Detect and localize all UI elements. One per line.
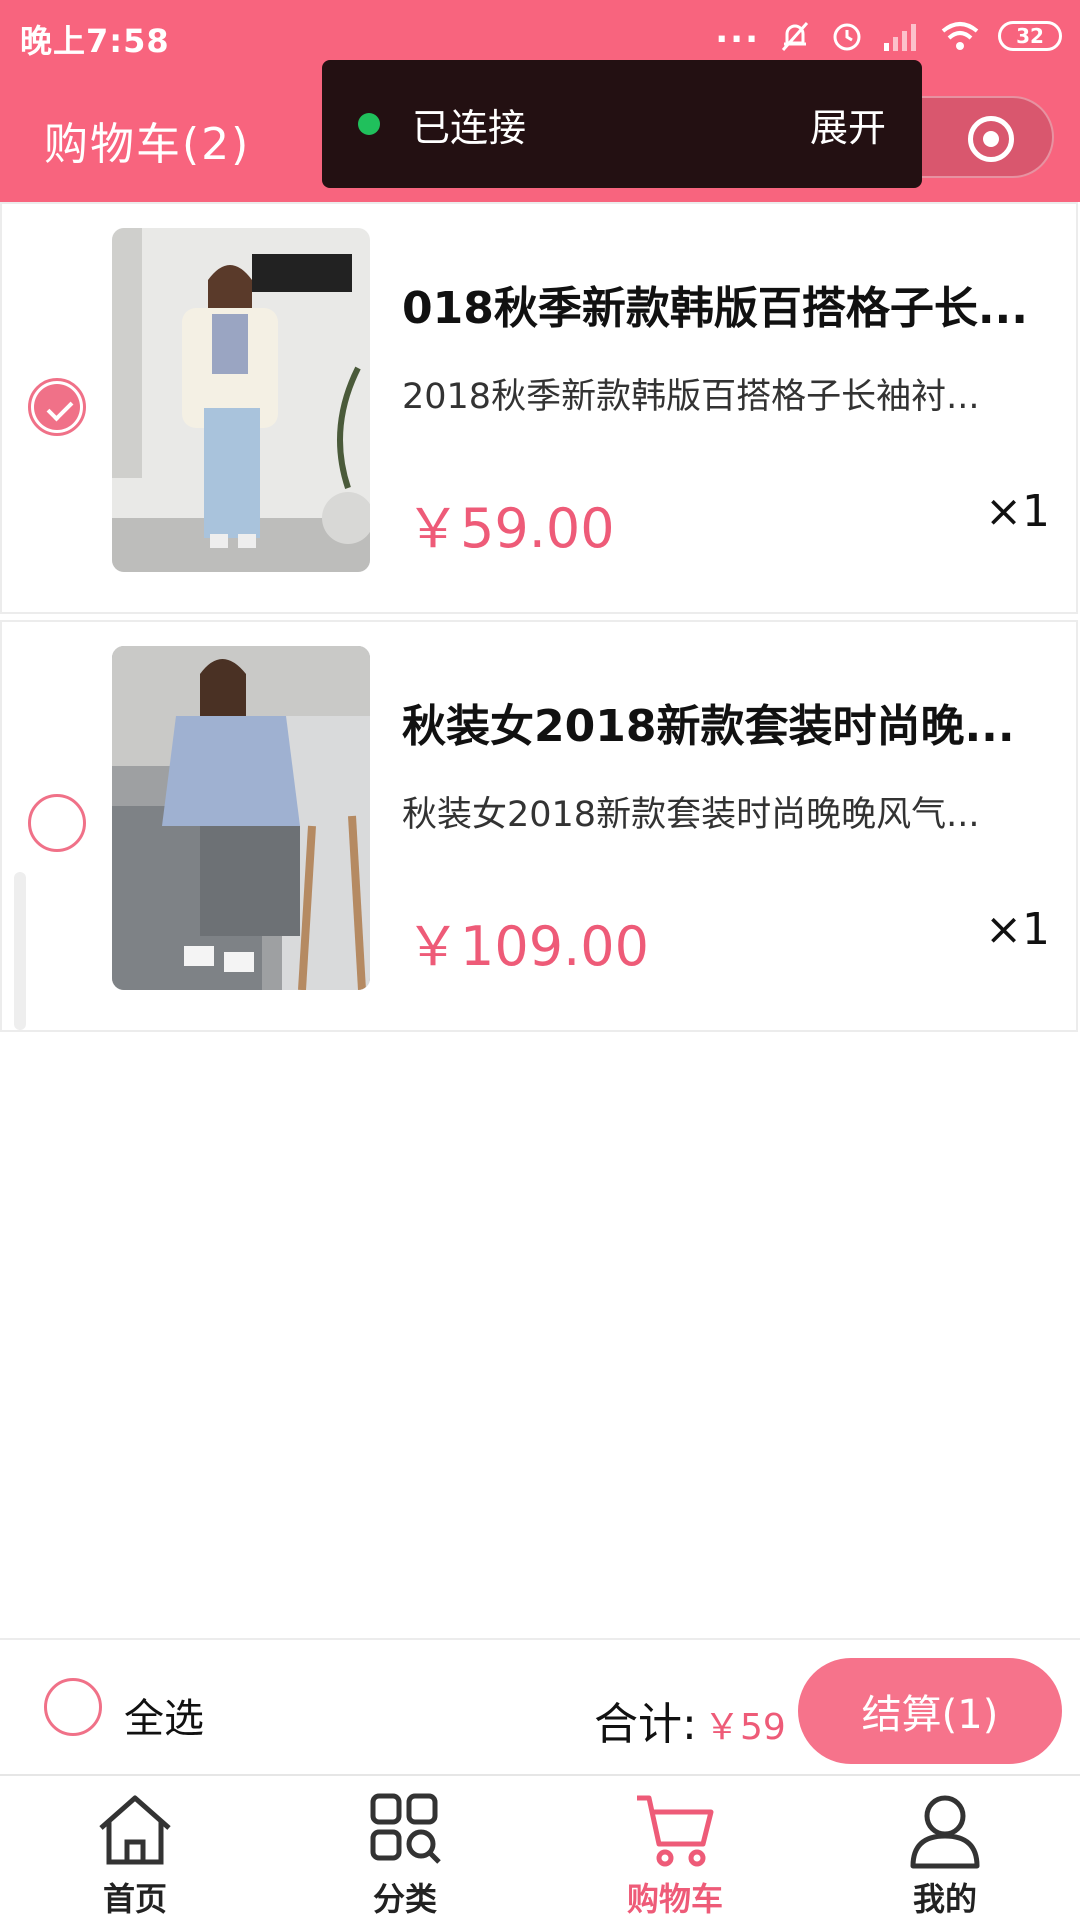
scrollbar[interactable] (14, 872, 26, 1030)
tab-profile[interactable]: 我的 (810, 1776, 1080, 1920)
mute-bell-icon (781, 22, 809, 51)
tab-label: 首页 (102, 1880, 167, 1918)
product-price: ￥109.00 (406, 915, 649, 978)
header-bar: 晚上7:58 ... 32 购物车(2) 已连接 展开 (0, 0, 1080, 202)
tab-cart[interactable]: 购物车 (540, 1776, 810, 1920)
battery-indicator: 32 (998, 21, 1062, 51)
product-title[interactable]: 秋装女2018新款套装时尚晚... (402, 690, 1052, 754)
connection-status-text: 已连接 (412, 105, 527, 150)
checkout-button[interactable]: 结算(1) (798, 1658, 1062, 1764)
total-amount: ￥59 (704, 1707, 786, 1748)
cart-icon (637, 1795, 714, 1867)
wifi-icon (941, 22, 979, 50)
category-icon (370, 1793, 441, 1864)
cart-item[interactable]: 秋装女2018新款套装时尚晚... 秋装女2018新款套装时尚晚晚风气... ￥… (0, 620, 1078, 1032)
cart-total-bar: 全选 合计: ￥59 结算(1) (0, 1638, 1080, 1774)
close-target-icon[interactable] (968, 116, 1014, 162)
tab-label: 分类 (372, 1880, 437, 1918)
product-image[interactable] (112, 646, 370, 990)
tab-category[interactable]: 分类 (270, 1776, 540, 1920)
alarm-icon (833, 23, 861, 51)
user-icon (910, 1795, 980, 1869)
product-price: ￥59.00 (406, 497, 615, 560)
tab-bar: 首页 分类 购物车 我的 (0, 1774, 1080, 1920)
product-image[interactable] (112, 228, 370, 572)
item-checkbox-unchecked[interactable] (28, 794, 86, 852)
more-notifications-icon: ... (715, 11, 760, 51)
total-label: 合计: (594, 1699, 697, 1750)
expand-button[interactable]: 展开 (810, 97, 886, 152)
status-icons: ... 32 (715, 11, 1062, 58)
tab-label: 我的 (912, 1880, 977, 1918)
cart-item[interactable]: 018秋季新款韩版百搭格子长... 2018秋季新款韩版百搭格子长袖衬... ￥… (0, 202, 1078, 614)
cart-list: 018秋季新款韩版百搭格子长... 2018秋季新款韩版百搭格子长袖衬... ￥… (0, 202, 1080, 1038)
signal-icon (884, 24, 916, 51)
tab-label: 购物车 (626, 1880, 723, 1918)
select-all-label[interactable]: 全选 (124, 1686, 204, 1744)
connected-status-dot (358, 113, 380, 135)
home-icon (99, 1795, 171, 1865)
page-title: 购物车(2) (44, 119, 251, 170)
tab-home[interactable]: 首页 (0, 1776, 270, 1920)
select-all-checkbox[interactable] (44, 1678, 102, 1736)
product-quantity: ×1 (985, 904, 1050, 955)
product-quantity: ×1 (985, 486, 1050, 537)
product-description: 秋装女2018新款套装时尚晚晚风气... (402, 795, 980, 835)
item-checkbox-checked[interactable] (28, 378, 86, 436)
connection-toast: 已连接 展开 (322, 60, 922, 188)
product-title[interactable]: 018秋季新款韩版百搭格子长... (402, 272, 1052, 336)
product-description: 2018秋季新款韩版百搭格子长袖衬... (402, 377, 980, 417)
status-time: 晚上7:58 (20, 22, 170, 60)
